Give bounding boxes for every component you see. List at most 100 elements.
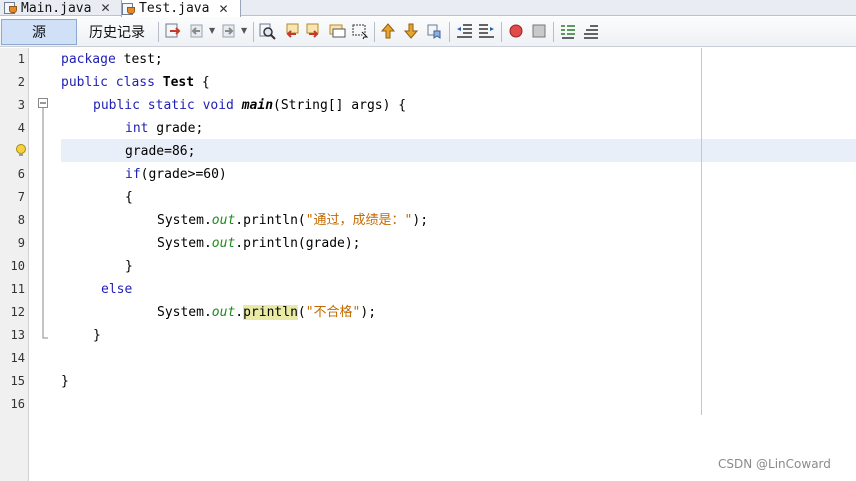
string-literal: "不合格" xyxy=(305,305,361,320)
code-line-13: } xyxy=(93,328,101,343)
line-number: 9 xyxy=(17,236,25,250)
line-number: 15 xyxy=(10,374,25,388)
line-number: 3 xyxy=(17,98,25,112)
method-name: main xyxy=(241,98,274,113)
forward-icon[interactable] xyxy=(220,22,238,40)
shift-left-icon[interactable] xyxy=(455,22,473,40)
line-number: 13 xyxy=(10,328,25,342)
tab-test-java[interactable]: Test.java ✕ xyxy=(121,0,241,17)
line-number-gutter[interactable]: 1 2 3 4 5 6 7 8 9 10 11 12 13 14 15 16 xyxy=(0,48,29,481)
toolbar-separator xyxy=(553,22,554,42)
code-line-10: } xyxy=(125,259,133,274)
field-name: out xyxy=(211,213,236,228)
code-text: ); xyxy=(412,213,429,228)
editor-tab-bar: Main.java ✕ Test.java ✕ xyxy=(0,0,856,17)
line-number: 2 xyxy=(17,75,25,89)
code-line-2: public class Test { xyxy=(61,71,210,94)
code-text: test; xyxy=(115,52,163,67)
line-number: 16 xyxy=(10,397,25,411)
watermark: CSDN @LinCoward xyxy=(718,457,831,471)
line-number: 6 xyxy=(17,167,25,181)
line-number: 14 xyxy=(10,351,25,365)
code-text: grade; xyxy=(148,121,204,136)
code-line-15: } xyxy=(61,374,69,389)
line-number: 12 xyxy=(10,305,25,319)
code-text: (String[] args) { xyxy=(273,98,407,113)
tab-main-java[interactable]: Main.java ✕ xyxy=(4,0,120,16)
code-text: ( xyxy=(297,305,306,320)
code-line-8: System.out.println("通过，成绩是："); xyxy=(157,209,428,232)
toggle-highlight-icon[interactable] xyxy=(328,22,346,40)
code-line-5: grade=86; xyxy=(125,144,196,159)
code-line-11: else xyxy=(101,278,132,301)
line-number: 11 xyxy=(10,282,25,296)
keyword: package xyxy=(61,52,116,67)
code-text: ); xyxy=(360,305,377,320)
toolbar-separator xyxy=(158,22,159,42)
code-text: (grade>=60) xyxy=(140,167,227,182)
field-name: out xyxy=(211,305,236,320)
code-text: { xyxy=(194,75,210,90)
keyword: if xyxy=(125,167,141,182)
keyword: else xyxy=(101,282,133,297)
previous-bookmark-icon[interactable] xyxy=(379,22,397,40)
toggle-bookmark-icon[interactable] xyxy=(425,22,443,40)
fold-guide xyxy=(38,98,48,339)
find-icon[interactable] xyxy=(258,22,276,40)
hint-bulb-icon[interactable] xyxy=(15,144,27,158)
keyword: int xyxy=(125,121,149,136)
keyword: public class xyxy=(61,75,155,90)
string-literal: "通过，成绩是：" xyxy=(305,213,413,228)
chevron-down-icon[interactable]: ▼ xyxy=(209,26,215,35)
stop-macro-icon[interactable] xyxy=(530,22,548,40)
code-text: System. xyxy=(157,213,212,228)
code-line-3: public static void main(String[] args) { xyxy=(93,94,406,117)
java-file-icon xyxy=(4,2,18,14)
next-bookmark-icon[interactable] xyxy=(402,22,420,40)
code-line-7: { xyxy=(125,190,133,205)
find-next-icon[interactable] xyxy=(305,22,323,40)
java-file-icon xyxy=(122,2,136,15)
toolbar-separator xyxy=(501,22,502,42)
line-number: 4 xyxy=(17,121,25,135)
code-line-12: System.out.println("不合格"); xyxy=(157,301,376,324)
find-previous-icon[interactable] xyxy=(282,22,300,40)
editor-toolbar: 源 历史记录 ▼ ▼ xyxy=(0,17,856,47)
code-line-4: int grade; xyxy=(125,117,203,140)
last-edit-icon[interactable] xyxy=(164,22,182,40)
back-icon[interactable] xyxy=(188,22,206,40)
start-macro-icon[interactable] xyxy=(507,22,525,40)
toolbar-separator xyxy=(253,22,254,42)
keyword: public static void xyxy=(93,98,234,113)
class-name: Test xyxy=(162,75,195,90)
close-icon[interactable]: ✕ xyxy=(100,1,110,15)
source-view-button[interactable]: 源 xyxy=(1,19,77,45)
code-text: System. xyxy=(157,236,212,251)
code-text: .println(grade); xyxy=(235,236,361,251)
code-line-1: package test; xyxy=(61,48,163,71)
line-number: 7 xyxy=(17,190,25,204)
toggle-rect-select-icon[interactable] xyxy=(351,22,369,40)
code-line-6: if(grade>=60) xyxy=(125,163,227,186)
code-text: .println( xyxy=(235,213,306,228)
shift-right-icon[interactable] xyxy=(478,22,496,40)
tab-label: Main.java xyxy=(21,0,92,16)
history-view-button[interactable]: 历史记录 xyxy=(80,19,154,45)
code-text: . xyxy=(235,305,244,320)
code-line-9: System.out.println(grade); xyxy=(157,232,361,255)
line-number: 1 xyxy=(17,52,25,66)
line-number: 8 xyxy=(17,213,25,227)
toolbar-separator xyxy=(374,22,375,42)
close-icon[interactable]: ✕ xyxy=(218,2,228,16)
chevron-down-icon[interactable]: ▼ xyxy=(241,26,247,35)
code-editor[interactable]: package test; public class Test { public… xyxy=(57,48,856,481)
line-number: 10 xyxy=(10,259,25,273)
code-folding-margin xyxy=(29,48,57,481)
field-name: out xyxy=(211,236,236,251)
uncomment-icon[interactable] xyxy=(582,22,600,40)
comment-icon[interactable] xyxy=(559,22,577,40)
code-text: System. xyxy=(157,305,212,320)
toolbar-separator xyxy=(449,22,450,42)
tab-label: Test.java xyxy=(139,1,210,16)
occurrence-highlight: println xyxy=(243,305,298,320)
